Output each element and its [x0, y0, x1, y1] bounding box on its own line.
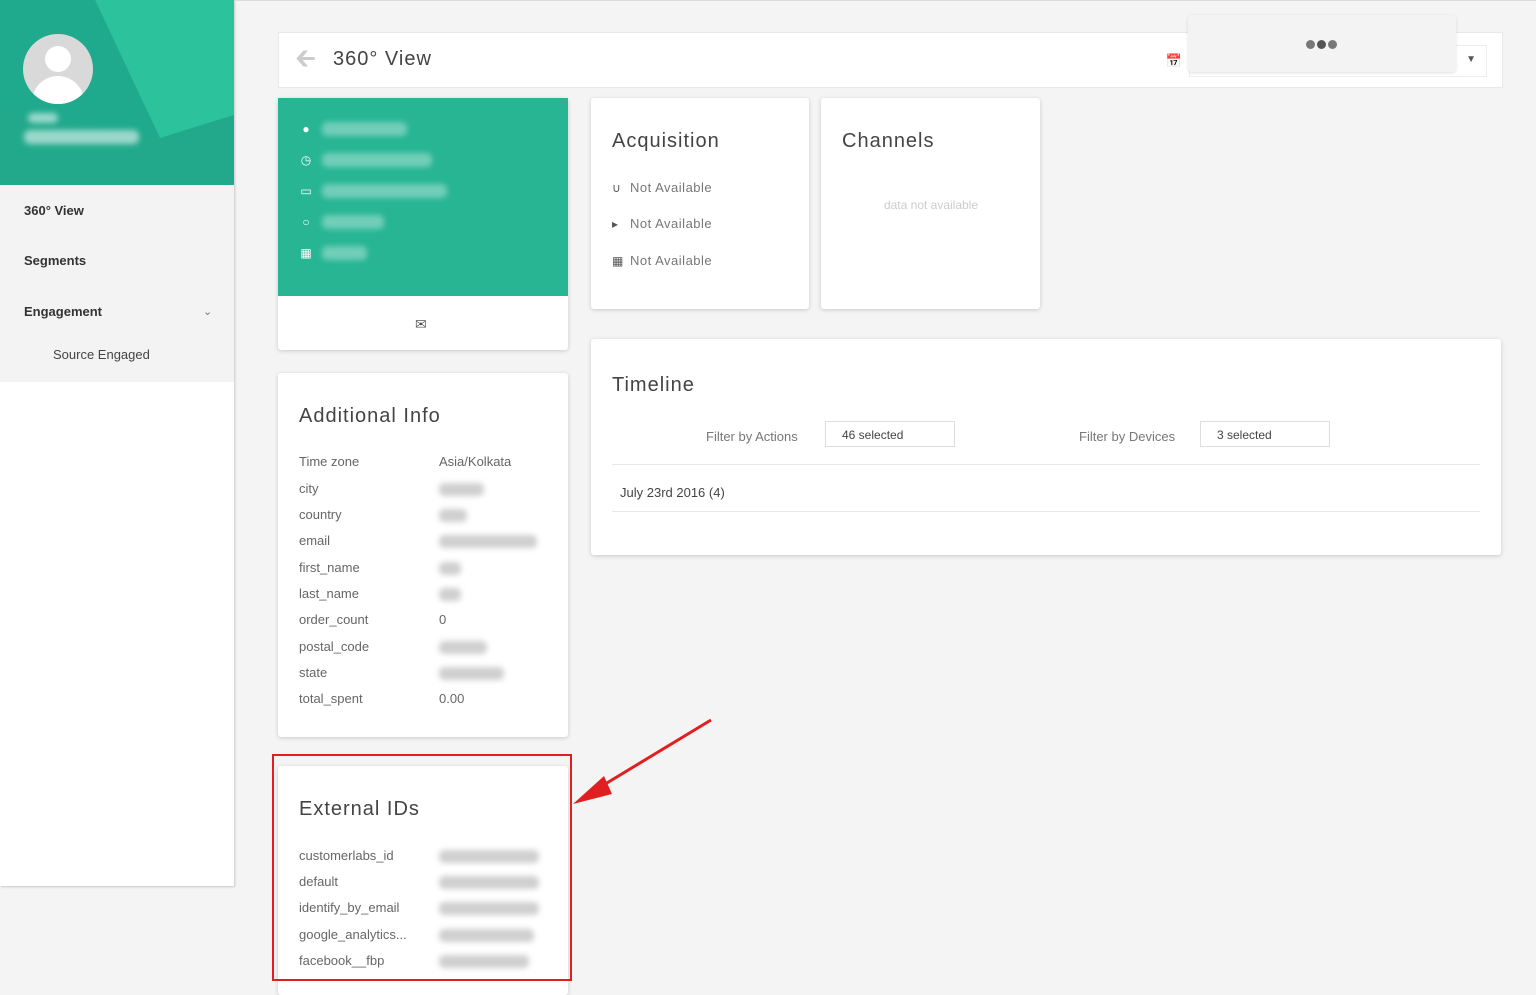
info-label-state: state	[299, 665, 328, 680]
blurred-email	[24, 130, 139, 144]
divider	[612, 464, 1480, 465]
additional-info-card: Additional Info Time zone Asia/Kolkata c…	[278, 373, 568, 737]
info-value-timezone: Asia/Kolkata	[439, 454, 512, 469]
timeline-title: Timeline	[612, 374, 695, 396]
blurred-value	[439, 667, 504, 680]
arrow-left-icon[interactable]: 🡰	[295, 43, 316, 73]
filter-actions-select[interactable]: 46 selected	[825, 421, 955, 447]
info-label-city: city	[299, 481, 319, 496]
blurred-value	[439, 641, 487, 654]
blurred-os	[322, 246, 367, 260]
highlight-box	[272, 754, 572, 981]
sidebar-item-360-view[interactable]: 360° View	[24, 203, 84, 218]
channels-card: Channels data not available	[821, 98, 1040, 309]
windows-icon: ▦	[300, 246, 312, 260]
calendar-icon: ▦	[612, 254, 624, 268]
info-label-country: country	[299, 507, 342, 522]
blurred-time	[322, 153, 432, 167]
filter-devices-label: Filter by Devices	[1079, 429, 1176, 444]
additional-info-title: Additional Info	[299, 405, 441, 427]
info-label-first-name: first_name	[299, 560, 360, 575]
magnet-icon: ∪	[612, 181, 622, 195]
blurred-value	[439, 509, 467, 522]
desktop-icon: ▭	[300, 184, 312, 198]
map-marker-icon: ●	[302, 122, 310, 136]
timeline-date-group[interactable]: July 23rd 2016 (4)	[620, 485, 725, 500]
acquisition-title: Acquisition	[612, 130, 720, 152]
sidebar-profile-header	[0, 0, 234, 185]
page-title: 360° View	[333, 48, 432, 70]
blurred-value	[439, 588, 461, 601]
channels-title: Channels	[842, 130, 935, 152]
info-value-total-spent: 0.00	[439, 691, 465, 706]
divider	[612, 511, 1480, 512]
blurred-browser	[322, 215, 384, 229]
sidebar-item-segments[interactable]: Segments	[24, 253, 86, 268]
envelope-icon[interactable]: ✉	[415, 316, 427, 333]
blurred-name	[28, 113, 58, 123]
info-value-order-count: 0	[439, 612, 447, 627]
sidebar-item-source-engaged[interactable]: Source Engaged	[53, 347, 150, 362]
info-label-last-name: last_name	[299, 586, 359, 601]
filter-actions-label: Filter by Actions	[706, 429, 798, 444]
info-label-postal-code: postal_code	[299, 639, 370, 654]
info-label-order-count: order_count	[299, 612, 369, 627]
loading-indicator	[1188, 15, 1456, 72]
acquisition-row: ▸ Not Available	[612, 216, 713, 231]
avatar	[23, 34, 93, 104]
circle-icon: ○	[302, 215, 310, 229]
calendar-icon[interactable]: 📅	[1160, 47, 1188, 75]
acquisition-row: ▦ Not Available	[612, 253, 713, 268]
sidebar: 360° View Segments Engagement ⌄ Source E…	[0, 0, 234, 886]
blurred-value	[439, 562, 461, 575]
timeline-card: Timeline Filter by Actions 46 selected F…	[591, 339, 1501, 555]
caret-down-icon: ▼	[1466, 54, 1476, 65]
sidebar-item-engagement[interactable]: Engagement	[24, 304, 102, 319]
acquisition-row: ∪ Not Available	[612, 180, 713, 195]
annotation-arrow	[573, 718, 712, 804]
bullhorn-icon: ▸	[612, 217, 619, 231]
blurred-location	[322, 122, 407, 136]
chevron-down-icon[interactable]: ⌄	[203, 305, 212, 318]
blurred-value	[439, 483, 484, 496]
info-label-email: email	[299, 533, 331, 548]
acquisition-card: Acquisition ∪ Not Available ▸ Not Availabl…	[591, 98, 809, 309]
profile-card: ● ◷ ▭ ○ ▦ ✉	[278, 98, 568, 350]
clock-icon: ◷	[300, 153, 312, 167]
info-label-total-spent: total_spent	[299, 691, 363, 706]
filter-devices-select[interactable]: 3 selected	[1200, 421, 1330, 447]
blurred-device	[322, 184, 447, 198]
channels-empty-text: data not available	[883, 198, 979, 212]
blurred-value	[439, 535, 537, 548]
profile-summary: ● ◷ ▭ ○ ▦	[278, 98, 568, 296]
info-label-timezone: Time zone	[299, 454, 360, 469]
